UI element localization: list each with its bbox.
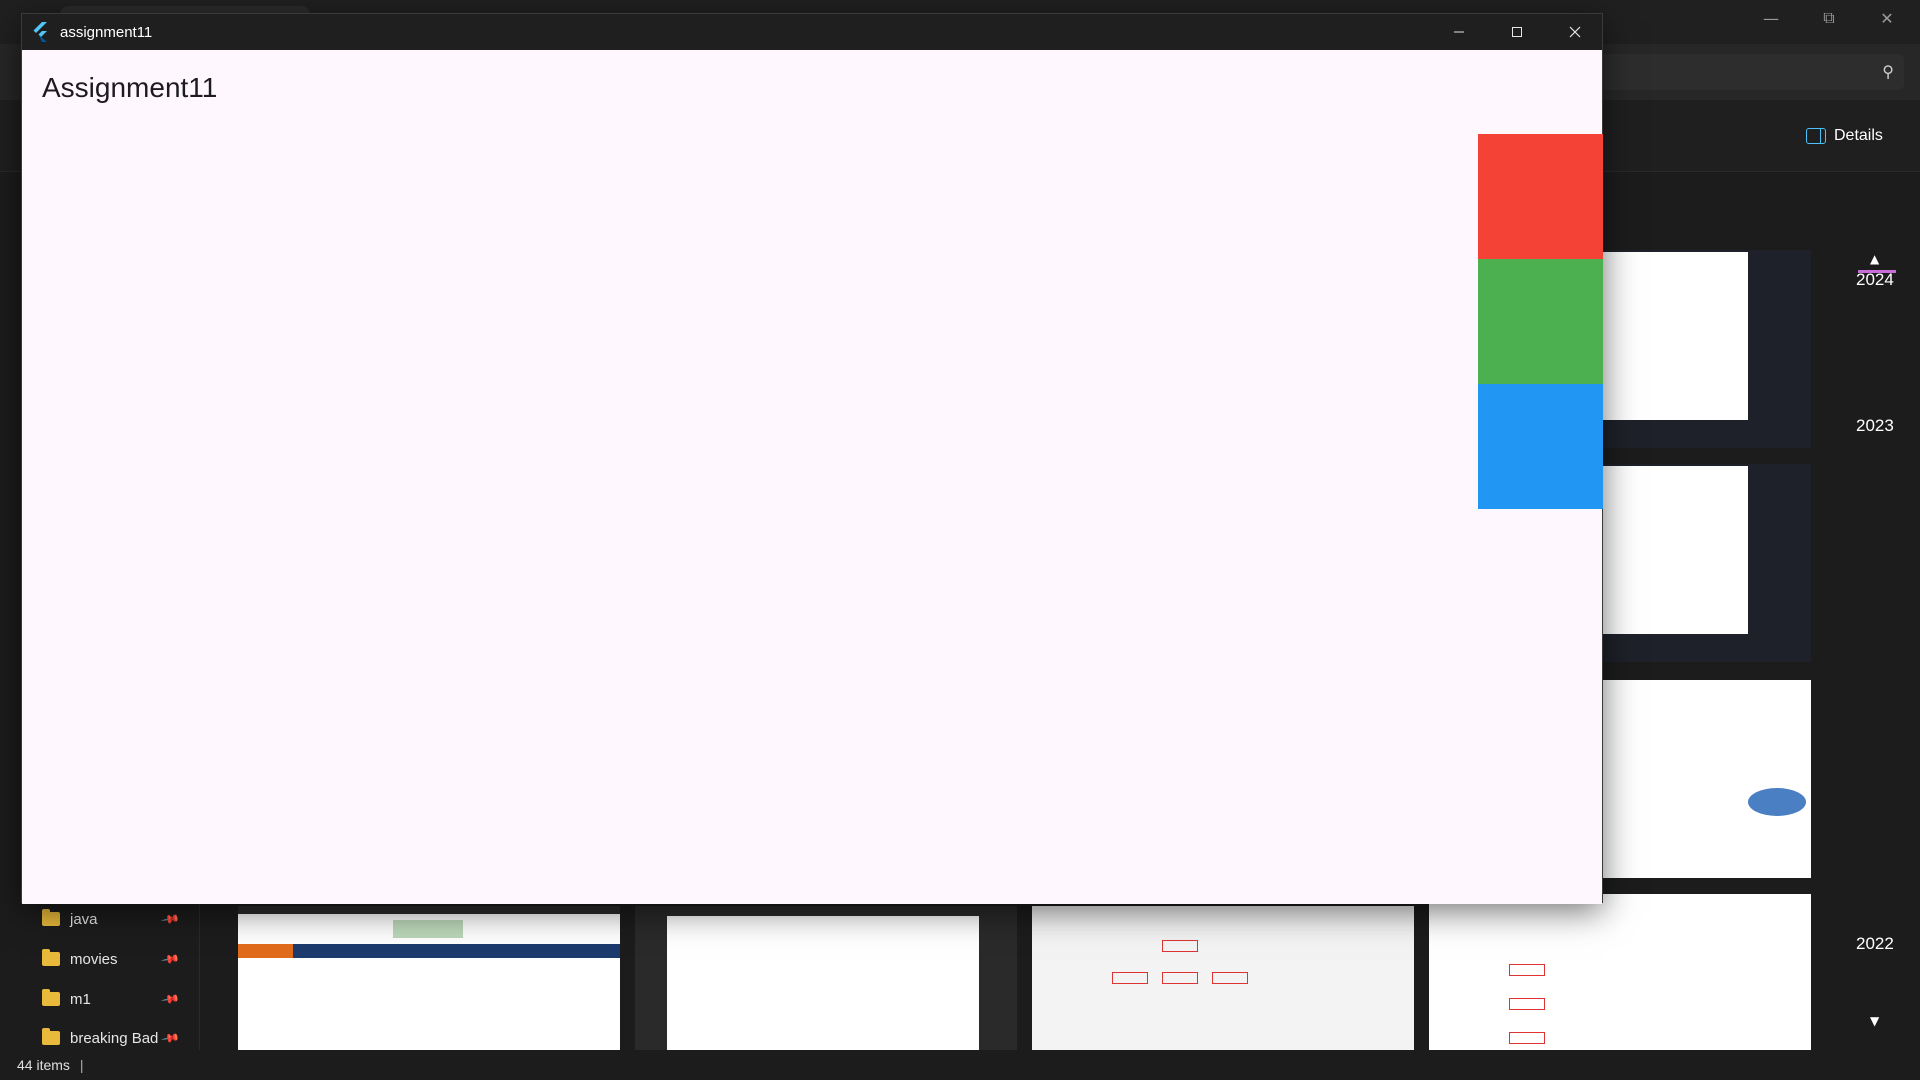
- sidebar-item-label: m1: [70, 990, 91, 1008]
- details-label: Details: [1834, 127, 1883, 144]
- explorer-close-icon[interactable]: ✕: [1858, 0, 1916, 36]
- sidebar-item-movies[interactable]: movies 📌: [42, 946, 181, 972]
- explorer-restore-icon[interactable]: ⧉: [1800, 0, 1858, 36]
- file-thumbnail[interactable]: [1032, 906, 1414, 1050]
- diagram-node: [1748, 788, 1806, 816]
- sidebar-item-label: java: [70, 910, 98, 928]
- folder-icon: [42, 949, 60, 966]
- page-title: Assignment11: [42, 72, 218, 103]
- sidebar-item-java[interactable]: java 📌: [42, 906, 181, 932]
- scroll-up-icon[interactable]: ▲: [1870, 252, 1879, 266]
- maximize-button[interactable]: [1488, 14, 1546, 50]
- folder-icon: [42, 989, 60, 1006]
- flutter-logo-icon: [33, 22, 47, 42]
- red-box: [1478, 134, 1603, 259]
- file-thumbnail[interactable]: [1429, 894, 1811, 1050]
- timeline-year[interactable]: 2023: [1856, 416, 1894, 436]
- timeline-year[interactable]: 2024: [1856, 270, 1894, 290]
- sidebar-item-m1[interactable]: m1 📌: [42, 986, 181, 1012]
- details-pane-icon: [1806, 128, 1826, 144]
- sidebar-item-label: breaking Bad: [70, 1029, 159, 1047]
- search-icon[interactable]: ⚲: [1882, 62, 1894, 81]
- app-titlebar[interactable]: assignment11: [22, 14, 1602, 50]
- explorer-search-input[interactable]: ⚲: [1560, 54, 1904, 90]
- green-box: [1478, 259, 1603, 384]
- scroll-down-icon[interactable]: ▼: [1870, 1014, 1879, 1028]
- timeline-scrubber[interactable]: ▲ 2024 2023 2022 ▼: [1840, 172, 1920, 1050]
- file-thumbnail[interactable]: [1600, 464, 1811, 662]
- sidebar-item-breaking-bad[interactable]: breaking Bad 📌: [42, 1025, 181, 1051]
- maximize-icon: [1512, 27, 1522, 37]
- timeline-year[interactable]: 2022: [1856, 934, 1894, 954]
- status-bar: 44 items |: [0, 1050, 1920, 1080]
- file-thumbnail[interactable]: [1600, 680, 1811, 878]
- folder-icon: [42, 1028, 60, 1045]
- pin-icon: 📌: [160, 1027, 181, 1049]
- minimize-icon: [1454, 31, 1464, 33]
- blue-box: [1478, 384, 1603, 509]
- file-thumbnail[interactable]: [238, 906, 620, 1050]
- pin-icon: 📌: [160, 988, 181, 1010]
- item-count: 44 items: [17, 1057, 70, 1073]
- minimize-button[interactable]: [1430, 14, 1488, 50]
- sidebar-item-label: movies: [70, 950, 118, 968]
- window-title: assignment11: [60, 23, 153, 41]
- app-body: Assignment11: [22, 50, 1603, 904]
- pin-icon: 📌: [160, 948, 181, 970]
- pin-icon: 📌: [160, 908, 181, 930]
- file-thumbnail[interactable]: [635, 906, 1017, 1050]
- file-thumbnail[interactable]: [1600, 250, 1811, 448]
- app-window: assignment11 Assignment11: [21, 13, 1603, 904]
- close-icon: [1569, 26, 1581, 38]
- folder-icon: [42, 909, 60, 926]
- close-button[interactable]: [1546, 14, 1604, 50]
- explorer-minimize-icon[interactable]: —: [1742, 0, 1800, 36]
- status-separator: |: [79, 1057, 84, 1073]
- details-button[interactable]: Details: [1806, 124, 1883, 148]
